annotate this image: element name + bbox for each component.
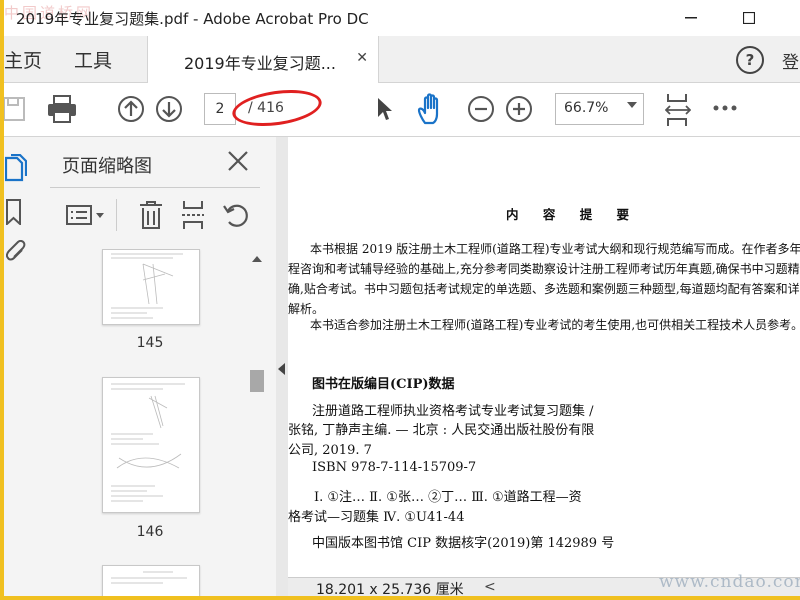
next-page-icon[interactable] bbox=[154, 94, 184, 124]
doc-line: 确,贴合考试。书中习题包括考试规定的单选题、多选题和案例题三种题型,每道题均配有… bbox=[288, 282, 800, 296]
login-link[interactable]: 登 bbox=[782, 48, 799, 73]
chevron-left-icon[interactable]: < bbox=[484, 579, 496, 595]
tab-tools[interactable]: 工具 bbox=[74, 46, 112, 73]
doc-line: 本书适合参加注册土木工程师(道路工程)专业考试的考生使用,也可供相关工程技术人员… bbox=[310, 318, 800, 332]
doc-line: 注册道路工程师执业资格考试专业考试复习题集 / bbox=[312, 404, 594, 419]
page-size: 18.201 x 25.736 厘米 bbox=[316, 582, 464, 596]
thumbnail-scrollbar[interactable] bbox=[246, 249, 268, 596]
previous-page-icon[interactable] bbox=[116, 94, 146, 124]
collapse-panel-strip[interactable] bbox=[276, 137, 288, 596]
navigation-rail bbox=[4, 137, 43, 596]
thumbnail-list: 145 146 bbox=[50, 249, 246, 596]
site-watermark-bottom: www.cndao.com bbox=[659, 572, 800, 592]
isbn-line: ISBN 978-7-114-15709-7 bbox=[312, 460, 477, 475]
tab-bar: 主页 工具 2019年专业复习题... ✕ ? 登 bbox=[4, 36, 800, 83]
doc-line: 程咨询和考试辅导经验的基础上,充分参考同类勘察设计注册工程师考试历年真题,确保书… bbox=[288, 262, 800, 276]
document-view[interactable]: 内 容 提 要 本书根据 2019 版注册土木工程师(道路工程)专业考试大纲和现… bbox=[288, 137, 800, 596]
thumbnail-options-icon[interactable] bbox=[66, 203, 106, 227]
acrobat-window: 中国道桥网 2019年专业复习题集.pdf - Adobe Acrobat Pr… bbox=[4, 0, 800, 596]
cip-number-line: 中国版本图书馆 CIP 数据核字(2019)第 142989 号 bbox=[312, 536, 615, 551]
thumbnail-panel: 页面缩略图 145 146 bbox=[42, 137, 277, 596]
document-page: 内 容 提 要 本书根据 2019 版注册土木工程师(道路工程)专业考试大纲和现… bbox=[288, 137, 800, 577]
summary-heading: 内 容 提 要 bbox=[506, 207, 640, 222]
maximize-button[interactable] bbox=[734, 6, 764, 30]
print-icon[interactable] bbox=[46, 93, 78, 125]
extract-page-icon[interactable] bbox=[180, 199, 206, 231]
document-tab-label: 2019年专业复习题... bbox=[184, 54, 336, 73]
help-icon[interactable]: ? bbox=[736, 46, 764, 74]
tab-home[interactable]: 主页 bbox=[4, 46, 42, 73]
more-options-icon[interactable] bbox=[712, 101, 738, 115]
page-thumbnails-icon[interactable] bbox=[4, 153, 28, 183]
chevron-down-icon bbox=[627, 102, 637, 108]
thumbnail-number-145: 145 bbox=[136, 335, 164, 351]
doc-line: Ⅰ. ①注… Ⅱ. ①张… ②丁… Ⅲ. ①道路工程—资 bbox=[314, 490, 582, 505]
close-tab-icon[interactable]: ✕ bbox=[356, 50, 368, 66]
title-bar: 中国道桥网 2019年专业复习题集.pdf - Adobe Acrobat Pr… bbox=[4, 0, 800, 36]
page-number-input[interactable]: 2 bbox=[204, 93, 236, 125]
doc-line: 本书根据 2019 版注册土木工程师(道路工程)专业考试大纲和现行规范编写而成。… bbox=[310, 242, 800, 256]
panel-divider bbox=[50, 187, 260, 188]
window-title: 2019年专业复习题集.pdf - Adobe Acrobat Pro DC bbox=[16, 10, 369, 28]
select-pointer-icon[interactable] bbox=[374, 95, 394, 123]
save-icon[interactable] bbox=[4, 95, 26, 123]
minimize-button[interactable] bbox=[676, 6, 706, 30]
doc-line: 格考试—习题集 Ⅳ. ①U41-44 bbox=[288, 510, 465, 525]
bookmark-icon[interactable] bbox=[4, 197, 24, 227]
toolbar-divider bbox=[116, 199, 117, 231]
cip-heading: 图书在版编目(CIP)数据 bbox=[312, 377, 455, 392]
page-thumbnail-145[interactable] bbox=[102, 249, 200, 325]
rotate-page-icon[interactable] bbox=[222, 201, 250, 229]
doc-line: 公司, 2019. 7 bbox=[288, 443, 372, 458]
thumbnail-number-146: 146 bbox=[136, 524, 164, 540]
attachment-icon[interactable] bbox=[4, 239, 28, 269]
doc-line: 张铭, 丁静声主编. — 北京 : 人民交通出版社股份有限 bbox=[288, 423, 595, 438]
panel-title: 页面缩略图 bbox=[62, 156, 152, 177]
close-panel-icon[interactable] bbox=[226, 149, 250, 173]
toolbar: 2 / 416 66.7% bbox=[4, 83, 800, 137]
thumbnail-scroll-thumb[interactable] bbox=[250, 370, 264, 392]
fit-page-icon[interactable] bbox=[664, 92, 692, 128]
delete-page-icon[interactable] bbox=[138, 199, 164, 231]
tab-document[interactable]: 2019年专业复习题... ✕ bbox=[147, 36, 379, 83]
zoom-in-icon[interactable] bbox=[504, 94, 534, 124]
page-thumbnail-146[interactable] bbox=[102, 377, 200, 513]
red-highlight-annotation bbox=[230, 84, 324, 132]
zoom-out-icon[interactable] bbox=[466, 94, 496, 124]
page-thumbnail-147[interactable] bbox=[102, 565, 200, 596]
zoom-select[interactable]: 66.7% bbox=[555, 93, 644, 125]
zoom-value: 66.7% bbox=[564, 100, 609, 116]
doc-line: 解析。 bbox=[288, 302, 325, 316]
hand-tool-icon[interactable] bbox=[416, 92, 448, 126]
